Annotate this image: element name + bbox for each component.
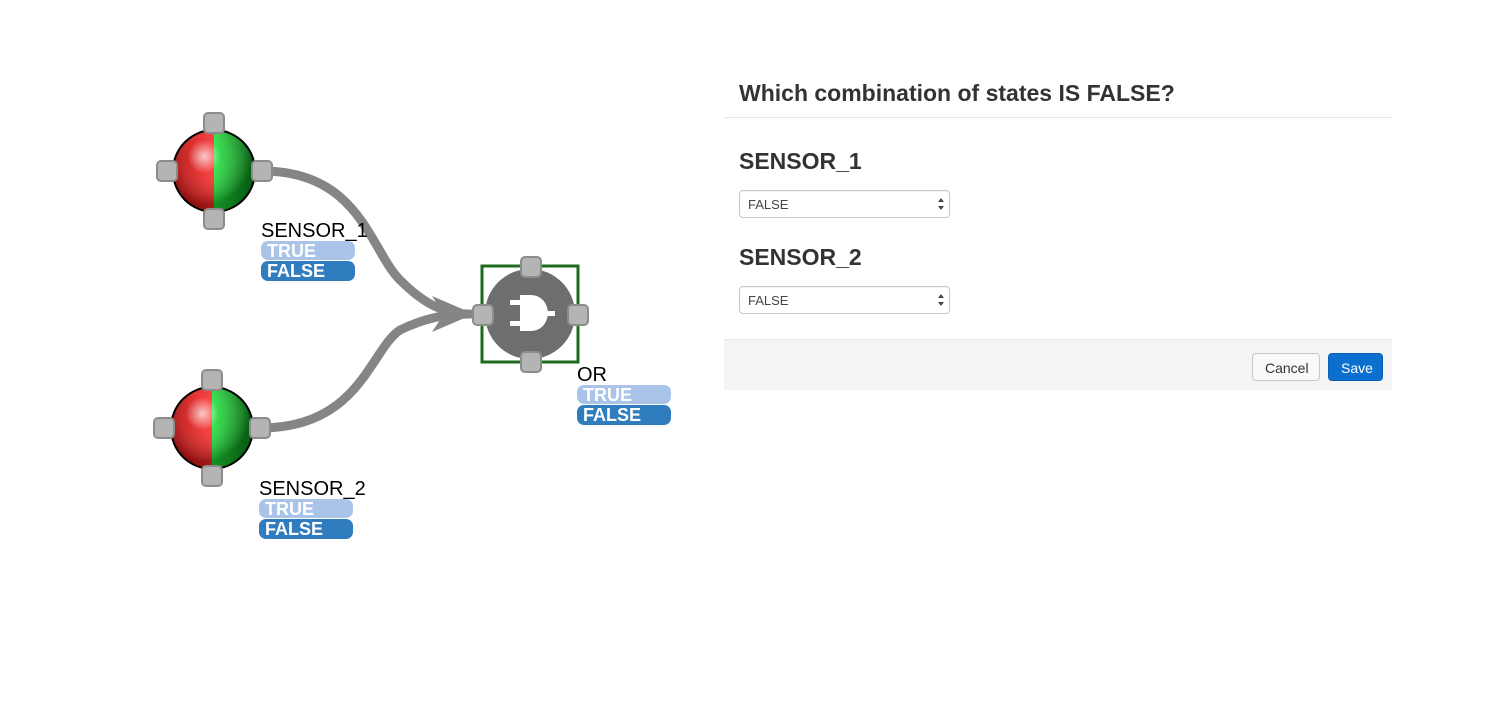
sensor-2-state-true[interactable]: TRUE <box>259 499 353 519</box>
handle-top[interactable] <box>201 369 223 391</box>
handle-right[interactable] <box>251 160 273 182</box>
select-arrows-icon <box>938 294 944 306</box>
handle-bottom[interactable] <box>201 465 223 487</box>
handle-right[interactable] <box>249 417 271 439</box>
handle-bottom[interactable] <box>520 351 542 373</box>
or-gate-state-true[interactable]: TRUE <box>577 385 671 405</box>
sensor-1-state-false[interactable]: FALSE <box>261 261 355 281</box>
or-gate-node[interactable] <box>472 256 589 373</box>
network-canvas[interactable]: SENSOR_1 TRUE FALSE SENSOR_2 TRUE FALSE <box>0 0 700 724</box>
sensor-1-field-label: SENSOR_1 <box>739 148 862 174</box>
handle-bottom[interactable] <box>203 208 225 230</box>
handle-left[interactable] <box>156 160 178 182</box>
sensor-2-state-false[interactable]: FALSE <box>259 519 353 539</box>
select-arrows-icon <box>938 198 944 210</box>
handle-top[interactable] <box>203 112 225 134</box>
sensor-2-label: SENSOR_2 <box>259 478 366 500</box>
sensor-1-node[interactable] <box>156 112 273 230</box>
edge-sensor2-to-or[interactable] <box>255 309 475 433</box>
sensor-2-field-label: SENSOR_2 <box>739 244 862 270</box>
sensor-1-select[interactable]: FALSE <box>739 190 950 218</box>
handle-left[interactable] <box>153 417 175 439</box>
handle-left[interactable] <box>472 304 494 326</box>
state-combination-dialog: Which combination of states IS FALSE? SE… <box>724 70 1392 390</box>
sensor-2-select[interactable]: FALSE <box>739 286 950 314</box>
dialog-title: Which combination of states IS FALSE? <box>739 80 1175 106</box>
sensor-1-state-true[interactable]: TRUE <box>261 241 355 261</box>
sensor-1-select-value: FALSE <box>748 197 789 212</box>
svg-text:FALSE: FALSE <box>265 519 323 539</box>
sensor-1-label: SENSOR_1 <box>261 220 368 242</box>
handle-top[interactable] <box>520 256 542 278</box>
sensor-2-node[interactable] <box>153 369 271 487</box>
sensor-2-select-value: FALSE <box>748 293 789 308</box>
dialog-footer: Cancel Save <box>724 339 1392 390</box>
save-button[interactable]: Save <box>1328 353 1383 381</box>
svg-text:FALSE: FALSE <box>583 405 641 425</box>
cancel-button[interactable]: Cancel <box>1252 353 1320 381</box>
or-gate-label: OR <box>577 364 607 386</box>
or-gate-state-false[interactable]: FALSE <box>577 405 671 425</box>
handle-right[interactable] <box>567 304 589 326</box>
dialog-header: Which combination of states IS FALSE? <box>724 70 1392 118</box>
svg-text:TRUE: TRUE <box>265 499 314 519</box>
svg-text:TRUE: TRUE <box>267 241 316 261</box>
svg-text:FALSE: FALSE <box>267 261 325 281</box>
svg-text:TRUE: TRUE <box>583 385 632 405</box>
